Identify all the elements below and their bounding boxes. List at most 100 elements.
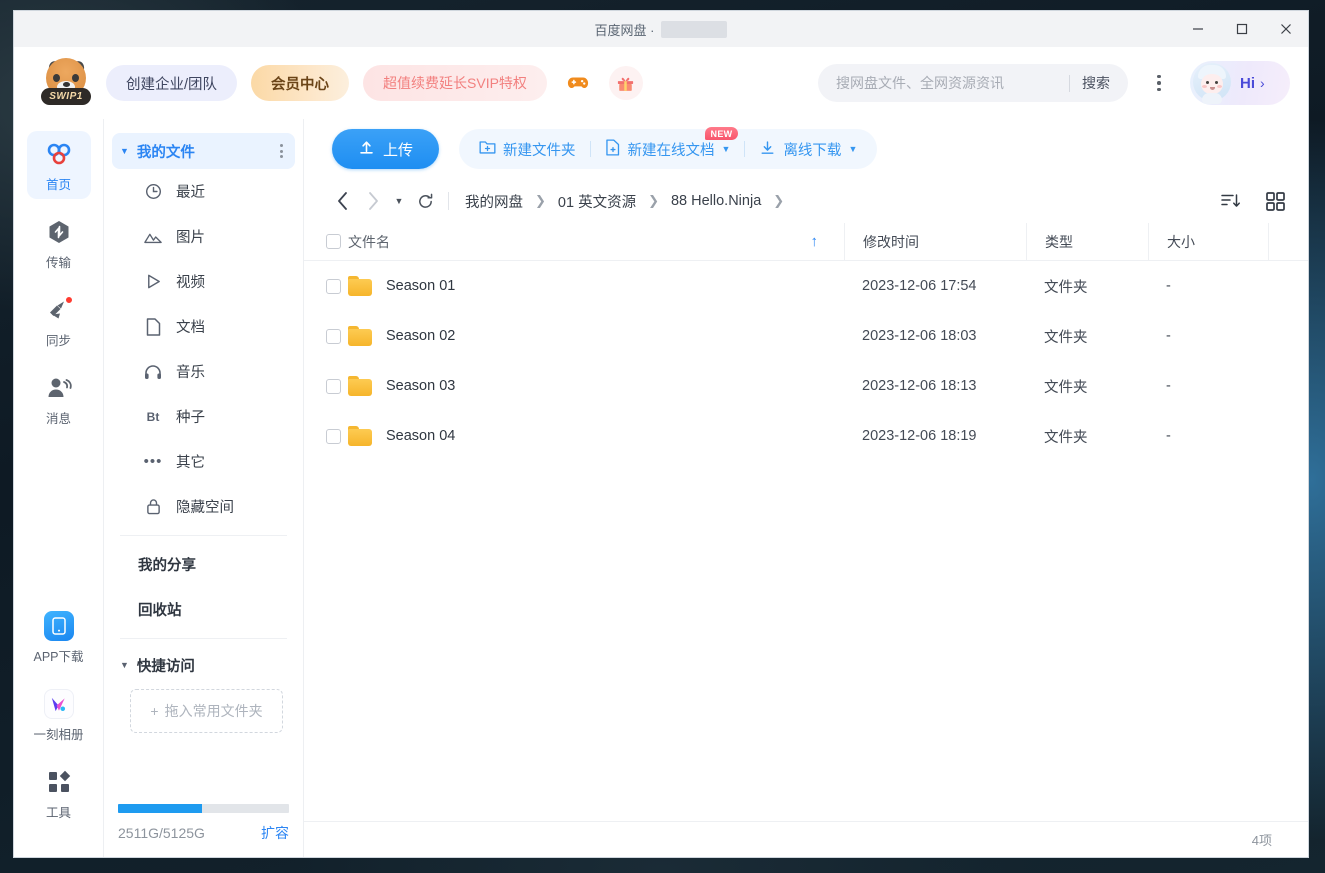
select-all-checkbox[interactable] [326, 234, 341, 249]
user-account-button[interactable]: Hi › [1190, 61, 1290, 105]
new-online-doc-button[interactable]: NEW 新建在线文档 ▼ [591, 129, 745, 169]
chevron-down-icon[interactable]: ▼ [120, 146, 129, 156]
more-vertical-icon[interactable] [1142, 66, 1176, 100]
row-type-label: 文件夹 [1026, 276, 1148, 297]
search-button[interactable]: 搜索 [1082, 73, 1122, 93]
row-checkbox[interactable] [326, 429, 341, 444]
folder-icon [348, 376, 372, 396]
search-divider [1069, 75, 1070, 92]
grid-view-icon[interactable] [1262, 188, 1288, 214]
rail-item-sync[interactable]: 同步 [27, 287, 91, 355]
rail-item-photo-album[interactable]: 一刻相册 [27, 681, 91, 749]
tree-item-pictures[interactable]: 图片 [104, 214, 303, 259]
quick-access-header[interactable]: ▼ 快捷访问 [112, 645, 295, 685]
rail-item-transfer[interactable]: 传输 [27, 209, 91, 277]
nav-forward-button[interactable] [358, 192, 388, 210]
header-type-cell[interactable]: 类型 [1026, 223, 1148, 261]
photo-album-icon [44, 689, 74, 719]
chevron-down-icon-quick[interactable]: ▼ [120, 660, 129, 670]
upload-button[interactable]: 上传 [332, 129, 439, 169]
quick-access-dropzone[interactable]: + 拖入常用文件夹 [130, 689, 283, 733]
breadcrumb-item-1[interactable]: 01 英文资源 [556, 189, 638, 214]
table-row[interactable]: Season 02 2023-12-06 18:03 文件夹 - [304, 311, 1308, 361]
tree-item-my-shares[interactable]: 我的分享 [104, 542, 303, 587]
tree-label-torrent: 种子 [176, 406, 205, 427]
user-greeting: Hi [1240, 75, 1255, 92]
rail-item-app-download[interactable]: APP下载 [27, 603, 91, 671]
avatar [1190, 61, 1234, 105]
new-badge: NEW [705, 127, 739, 140]
header-right-group: 搜索 Hi › [818, 61, 1290, 105]
tree-label-documents: 文档 [176, 316, 205, 337]
toolbar-actions-group: 新建文件夹 NEW 新建在线文档 ▼ [459, 129, 877, 169]
gift-icon[interactable] [609, 66, 643, 100]
row-name-cell[interactable]: Season 04 [348, 426, 844, 446]
offline-download-button[interactable]: 离线下载 ▼ [745, 129, 871, 169]
tree-item-other[interactable]: ••• 其它 [104, 439, 303, 484]
table-row[interactable]: Season 03 2023-12-06 18:13 文件夹 - [304, 361, 1308, 411]
rail-item-tools[interactable]: 工具 [27, 759, 91, 827]
tree-item-videos[interactable]: 视频 [104, 259, 303, 304]
game-controller-icon[interactable] [561, 66, 595, 100]
breadcrumb-item-2[interactable]: 88 Hello.Ninja [669, 191, 763, 211]
tree-item-recent[interactable]: 最近 [104, 169, 303, 214]
row-type-label: 文件夹 [1026, 426, 1148, 447]
svip-renewal-button[interactable]: 超值续费延长SVIP特权 [363, 65, 547, 101]
tree-item-hidden-space[interactable]: 隐藏空间 [104, 484, 303, 529]
row-modified-label: 2023-12-06 17:54 [844, 278, 1026, 294]
row-size-label: - [1148, 278, 1268, 294]
nav-back-button[interactable] [328, 192, 358, 210]
tree-root-more-icon[interactable] [276, 140, 287, 162]
tree-item-recycle-bin[interactable]: 回收站 [104, 587, 303, 632]
new-folder-button[interactable]: 新建文件夹 [465, 129, 590, 169]
create-team-button[interactable]: 创建企业/团队 [106, 65, 237, 101]
row-size-label: - [1148, 328, 1268, 344]
breadcrumb-item-0[interactable]: 我的网盘 [463, 189, 525, 214]
refresh-icon[interactable] [410, 193, 440, 210]
search-input[interactable] [836, 75, 1065, 91]
close-button[interactable] [1264, 11, 1308, 47]
nav-history-dropdown[interactable]: ▼ [388, 196, 410, 206]
chevron-down-icon-offline[interactable]: ▼ [848, 144, 857, 154]
folder-icon [348, 426, 372, 446]
header-modified-label: 修改时间 [863, 232, 919, 252]
vip-center-button[interactable]: 会员中心 [251, 65, 349, 101]
rail-item-message[interactable]: 消息 [27, 365, 91, 433]
row-name-cell[interactable]: Season 02 [348, 326, 844, 346]
document-icon [144, 318, 162, 336]
chevron-down-icon-newdoc[interactable]: ▼ [722, 144, 731, 154]
search-box[interactable]: 搜索 [818, 64, 1128, 102]
message-icon [44, 373, 74, 403]
header-size-cell[interactable]: 大小 [1148, 223, 1268, 261]
row-checkbox[interactable] [326, 279, 341, 294]
rail-item-home[interactable]: 首页 [27, 131, 91, 199]
table-row[interactable]: Season 04 2023-12-06 18:19 文件夹 - [304, 411, 1308, 461]
tree-item-music[interactable]: 音乐 [104, 349, 303, 394]
dropzone-label: 拖入常用文件夹 [165, 701, 263, 721]
app-body: 首页 传输 [14, 119, 1308, 857]
minimize-button[interactable] [1176, 11, 1220, 47]
maximize-button[interactable] [1220, 11, 1264, 47]
row-name-label: Season 04 [386, 428, 455, 444]
tree-label-hidden-space: 隐藏空间 [176, 496, 234, 517]
storage-expand-link[interactable]: 扩容 [261, 823, 289, 843]
row-checkbox[interactable] [326, 379, 341, 394]
lock-icon [144, 498, 162, 515]
tree-item-documents[interactable]: 文档 [104, 304, 303, 349]
app-header: SWIP1 创建企业/团队 会员中心 超值续费延长SVIP特权 [14, 47, 1308, 119]
row-name-cell[interactable]: Season 01 [348, 276, 844, 296]
breadcrumb-divider [448, 192, 449, 210]
table-row[interactable]: Season 01 2023-12-06 17:54 文件夹 - [304, 261, 1308, 311]
rail-label-message: 消息 [46, 408, 71, 427]
tree-root-my-files[interactable]: ▼ 我的文件 [112, 133, 295, 169]
row-checkbox[interactable] [326, 329, 341, 344]
item-count-label: 4项 [1252, 830, 1272, 849]
row-name-cell[interactable]: Season 03 [348, 376, 844, 396]
tree-item-torrent[interactable]: Bt 种子 [104, 394, 303, 439]
sort-descending-icon[interactable] [1218, 188, 1244, 214]
window-title-group: 百度网盘 · [14, 20, 1308, 39]
header-name-cell[interactable]: 文件名 ↑ [348, 232, 844, 252]
header-modified-cell[interactable]: 修改时间 [844, 223, 1026, 261]
tree-label-music: 音乐 [176, 361, 205, 382]
sort-arrow-icon[interactable]: ↑ [811, 233, 833, 250]
